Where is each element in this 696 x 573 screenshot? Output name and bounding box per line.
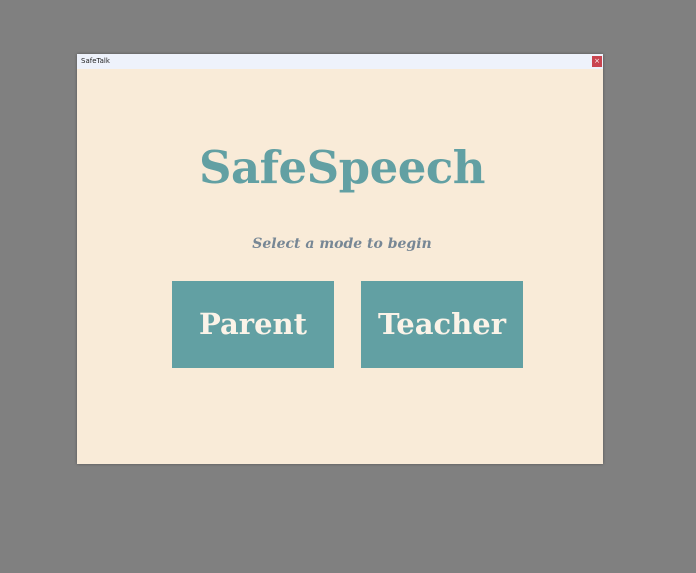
teacher-mode-button[interactable]: Teacher bbox=[361, 281, 523, 368]
mode-prompt: Select a mode to begin bbox=[252, 236, 432, 252]
close-button[interactable]: × bbox=[592, 56, 602, 67]
close-icon: × bbox=[594, 57, 600, 65]
app-title: SafeSpeech bbox=[199, 141, 485, 194]
app-window: SafeTalk × SafeSpeech Select a mode to b… bbox=[77, 54, 603, 464]
window-title: SafeTalk bbox=[81, 57, 110, 65]
window-titlebar[interactable]: SafeTalk × bbox=[77, 54, 603, 69]
parent-mode-button[interactable]: Parent bbox=[172, 281, 334, 368]
